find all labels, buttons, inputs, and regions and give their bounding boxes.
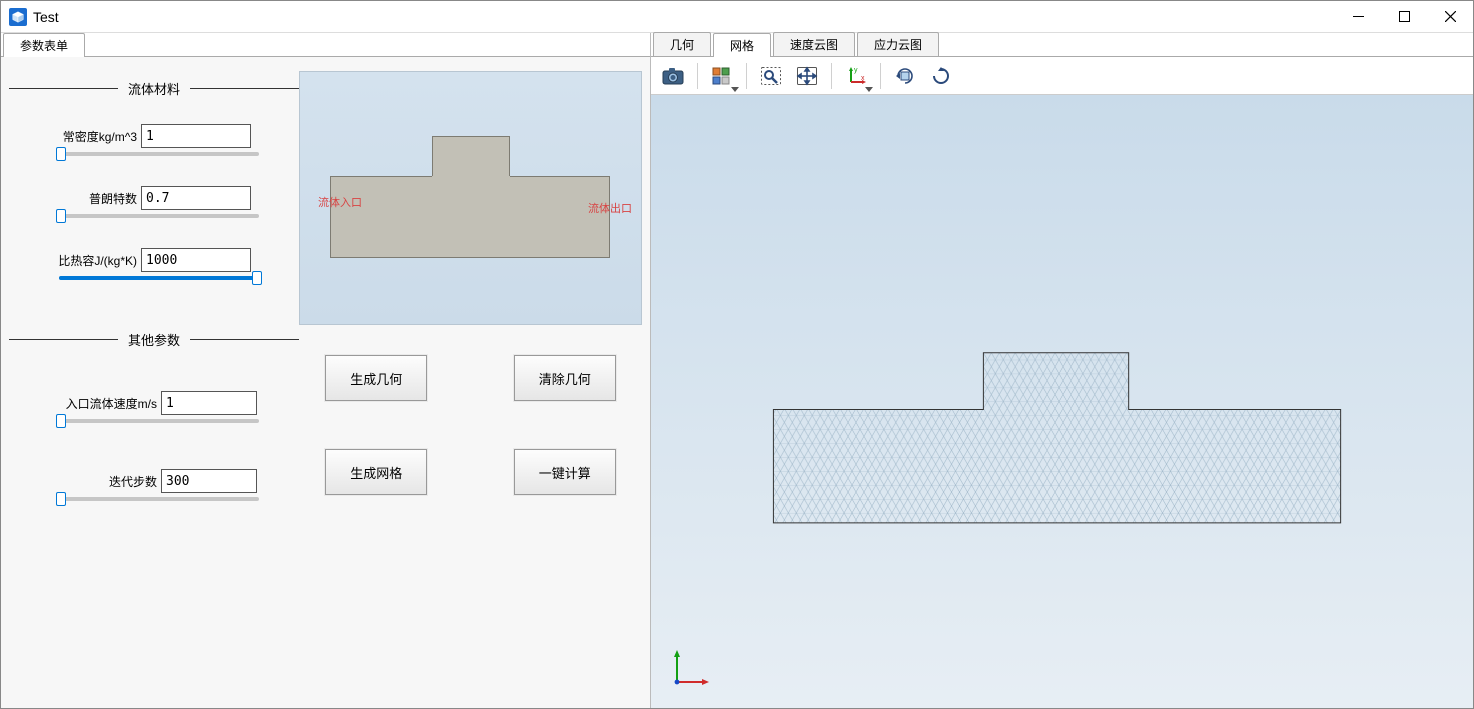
slider-inlet-velocity[interactable] xyxy=(59,419,259,423)
tab-velocity-cloud[interactable]: 速度云图 xyxy=(773,32,855,56)
button-grid: 生成几何 清除几何 生成网格 一键计算 xyxy=(299,325,642,525)
input-density[interactable] xyxy=(141,124,251,148)
preview-column: 流体入口 流体出口 生成几何 清除几何 生成网格 一键计算 xyxy=(299,67,642,698)
slider-heatcap[interactable] xyxy=(59,276,259,280)
right-tabbar: 几何 网格 速度云图 应力云图 xyxy=(651,33,1473,57)
left-pane: 参数表单 流体材料 常密度kg/m^3 xyxy=(1,33,651,708)
window-maximize-button[interactable] xyxy=(1381,1,1427,33)
param-row-inlet-velocity: 入口流体速度m/s xyxy=(49,391,299,415)
window-close-button[interactable] xyxy=(1427,1,1473,33)
input-iterations[interactable] xyxy=(161,469,257,493)
multiview-icon[interactable] xyxy=(706,61,738,91)
label-inlet-velocity: 入口流体速度m/s xyxy=(49,395,161,412)
input-heatcap[interactable] xyxy=(141,248,251,272)
tab-mesh[interactable]: 网格 xyxy=(713,33,771,57)
generate-mesh-button[interactable]: 生成网格 xyxy=(325,449,427,495)
app-window: Test 参数表单 流体材料 xyxy=(0,0,1474,709)
param-row-heatcap: 比热容J/(kg*K) xyxy=(49,248,299,272)
input-inlet-velocity[interactable] xyxy=(161,391,257,415)
left-tabbar: 参数表单 xyxy=(1,33,650,57)
mesh-svg xyxy=(651,95,1473,708)
label-density: 常密度kg/m^3 xyxy=(49,128,141,145)
left-body: 流体材料 常密度kg/m^3 普朗特数 xyxy=(1,57,650,708)
clear-geometry-button[interactable]: 清除几何 xyxy=(514,355,616,401)
param-row-density: 常密度kg/m^3 xyxy=(49,124,299,148)
label-outlet: 流体出口 xyxy=(588,200,632,216)
rotate-ccw-icon[interactable] xyxy=(925,61,957,91)
label-prandtl: 普朗特数 xyxy=(49,190,141,207)
app-icon xyxy=(9,8,27,26)
slider-density[interactable] xyxy=(59,152,259,156)
slider-prandtl[interactable] xyxy=(59,214,259,218)
geometry-preview: 流体入口 流体出口 xyxy=(299,71,642,325)
tab-param-form[interactable]: 参数表单 xyxy=(3,33,85,57)
section-title-other: 其他参数 xyxy=(118,330,190,349)
main-content: 参数表单 流体材料 常密度kg/m^3 xyxy=(1,33,1473,708)
titlebar: Test xyxy=(1,1,1473,33)
geometry-shape-upper xyxy=(432,136,510,177)
input-prandtl[interactable] xyxy=(141,186,251,210)
geometry-shape-join xyxy=(432,176,510,178)
svg-text:y: y xyxy=(854,67,858,74)
label-inlet: 流体入口 xyxy=(318,194,362,210)
param-column: 流体材料 常密度kg/m^3 普朗特数 xyxy=(9,67,299,698)
window-title: Test xyxy=(33,9,59,25)
section-header-other: 其他参数 xyxy=(9,330,299,349)
generate-geometry-button[interactable]: 生成几何 xyxy=(325,355,427,401)
tab-stress-cloud[interactable]: 应力云图 xyxy=(857,32,939,56)
axes-icon[interactable]: yx xyxy=(840,61,872,91)
section-title-fluid: 流体材料 xyxy=(118,79,190,98)
axis-triad-icon xyxy=(669,644,715,690)
label-iterations: 迭代步数 xyxy=(49,473,161,490)
calculate-all-button[interactable]: 一键计算 xyxy=(514,449,616,495)
right-pane: 几何 网格 速度云图 应力云图 xyxy=(651,33,1473,708)
pan-icon[interactable] xyxy=(791,61,823,91)
param-row-prandtl: 普朗特数 xyxy=(49,186,299,210)
zoom-box-icon[interactable] xyxy=(755,61,787,91)
viewport-toolbar: yx xyxy=(651,57,1473,95)
slider-iterations[interactable] xyxy=(59,497,259,501)
camera-icon[interactable] xyxy=(657,61,689,91)
mesh-viewport[interactable] xyxy=(651,95,1473,708)
svg-text:x: x xyxy=(861,75,865,82)
section-header-fluid: 流体材料 xyxy=(9,79,299,98)
label-heatcap: 比热容J/(kg*K) xyxy=(49,252,141,269)
tab-geometry[interactable]: 几何 xyxy=(653,32,711,56)
rotate-cw-icon[interactable] xyxy=(889,61,921,91)
param-row-iterations: 迭代步数 xyxy=(49,469,299,493)
window-minimize-button[interactable] xyxy=(1335,1,1381,33)
geometry-shape-lower xyxy=(330,176,610,258)
